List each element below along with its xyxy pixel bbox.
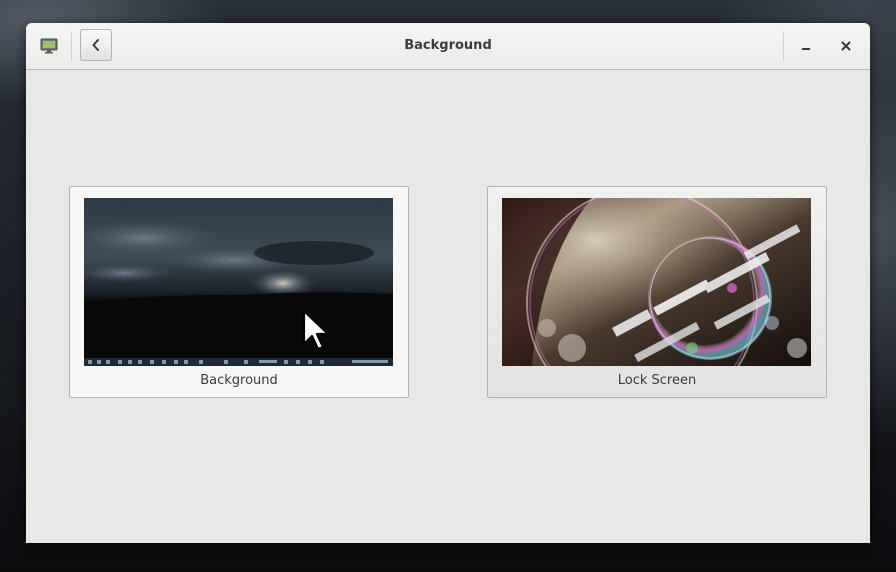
arrow-cursor-icon	[302, 309, 336, 357]
desktop-wallpaper-thumbnail	[84, 198, 393, 366]
header-bar: Background	[26, 23, 870, 70]
minimize-icon	[802, 48, 810, 50]
header-separator	[71, 31, 72, 61]
minimize-button[interactable]	[794, 34, 818, 58]
back-button[interactable]	[80, 29, 112, 61]
display-settings-icon	[40, 38, 58, 54]
close-icon	[841, 41, 851, 51]
lock-screen-thumbnail	[502, 198, 811, 366]
lock-screen-card[interactable]: Lock Screen	[487, 186, 827, 398]
background-card[interactable]: Background	[69, 186, 409, 398]
content-area: Background Lock Screen	[26, 70, 870, 543]
background-card-label: Background	[200, 373, 278, 388]
chevron-left-icon	[92, 39, 99, 51]
header-separator	[783, 31, 784, 61]
lock-screen-card-label: Lock Screen	[617, 373, 697, 388]
window-title: Background	[404, 38, 492, 53]
settings-window: Background Background Lock Screen	[26, 23, 870, 543]
close-button[interactable]	[834, 34, 858, 58]
